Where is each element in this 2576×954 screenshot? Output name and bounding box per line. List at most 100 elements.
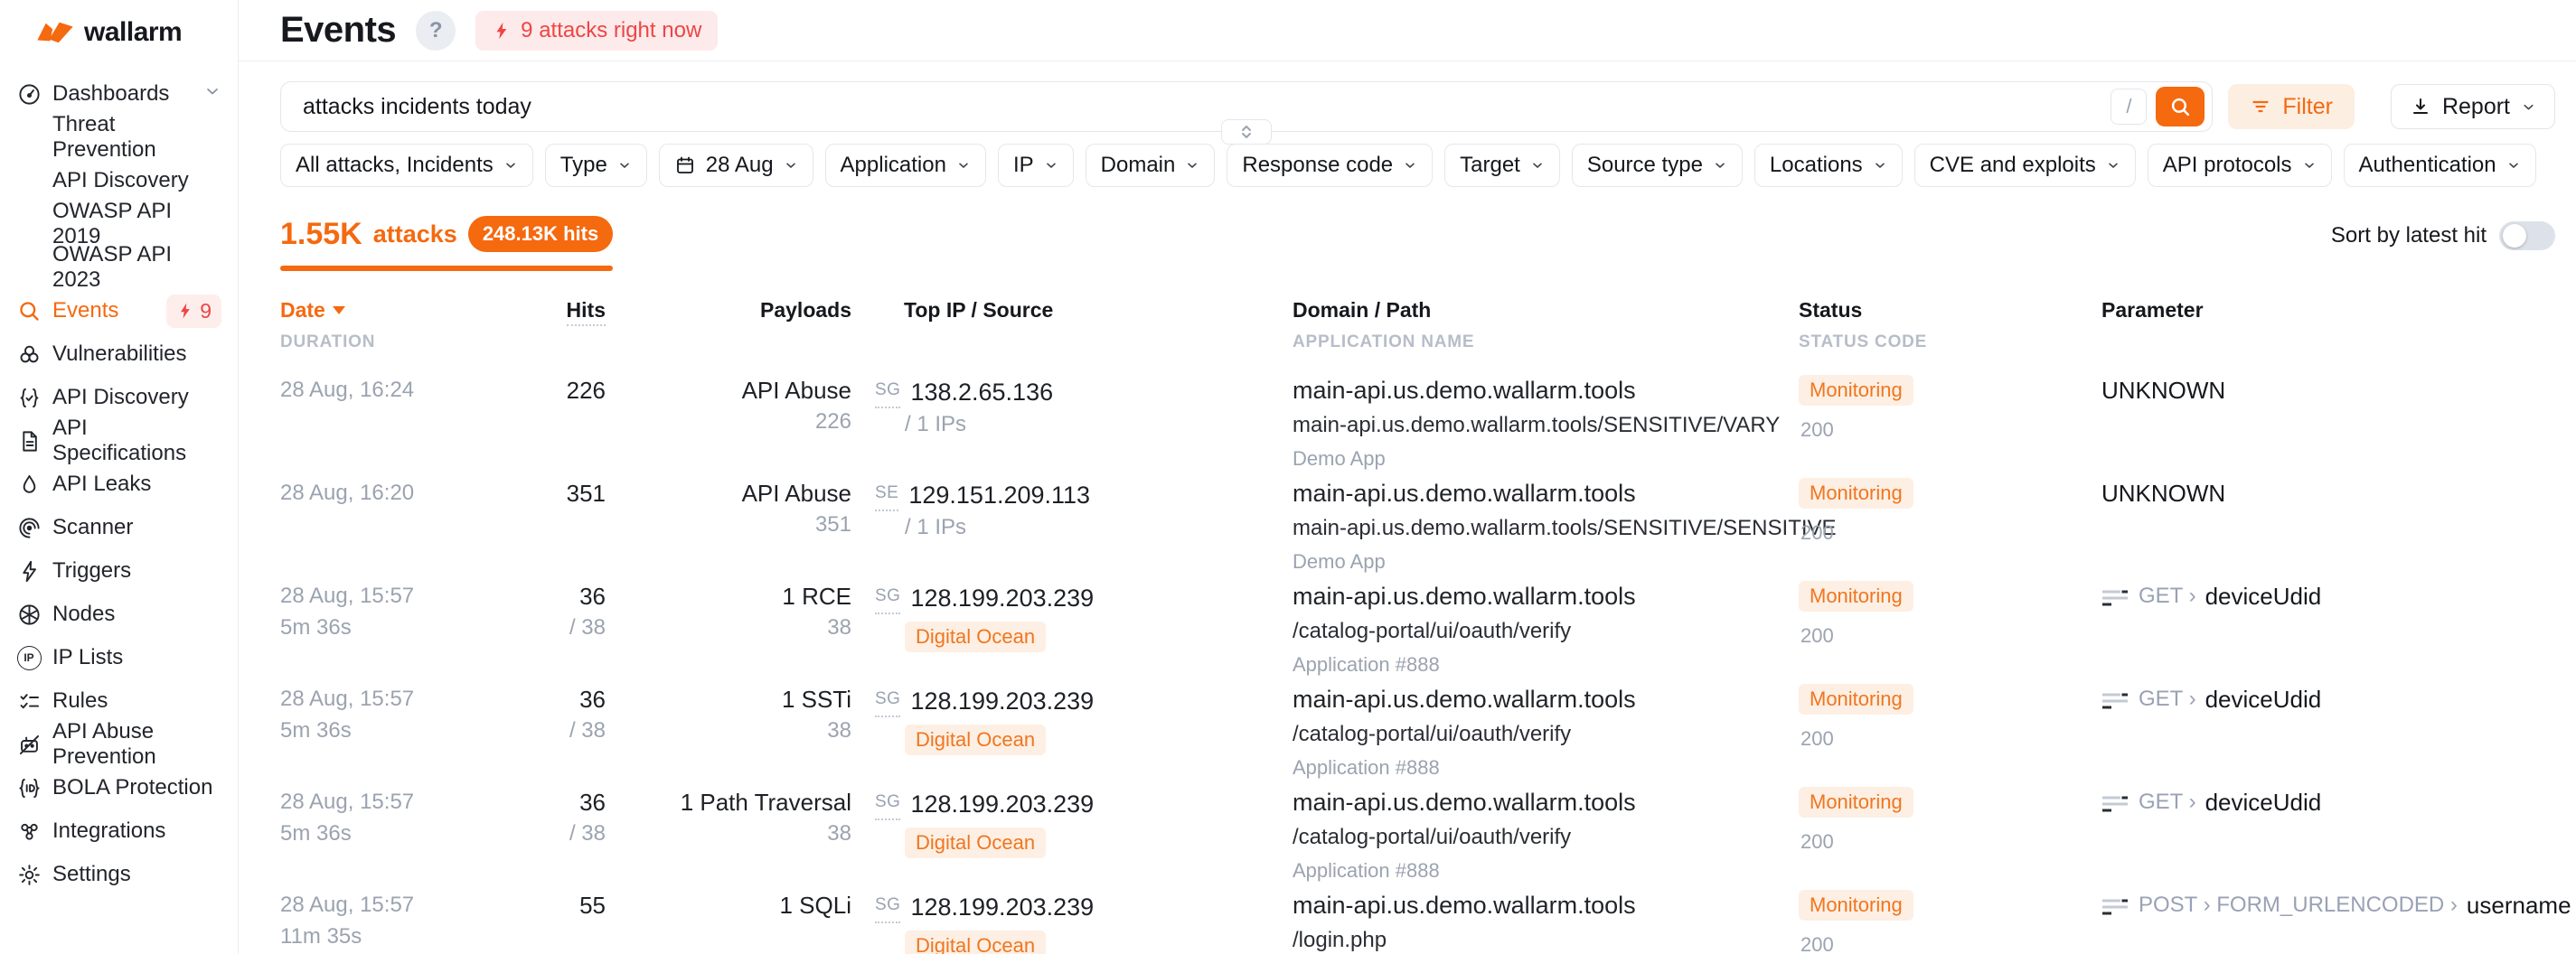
source-ip[interactable]: 128.199.203.239 — [910, 789, 1094, 819]
filter-chip[interactable]: All attacks, Incidents — [280, 144, 533, 187]
application-name: Demo App — [1293, 446, 1799, 472]
country-code[interactable]: SG — [875, 375, 900, 408]
country-code[interactable]: SG — [875, 581, 900, 614]
domain: main-api.us.demo.wallarm.tools — [1293, 375, 1799, 406]
search-expand-toggle[interactable] — [1221, 119, 1272, 145]
wallarm-logo[interactable]: wallarm — [0, 14, 238, 51]
sidebar-item-settings[interactable]: Settings — [0, 853, 238, 896]
country-code[interactable]: SG — [875, 684, 900, 717]
sidebar-item-api-discovery-dash[interactable]: API Discovery — [0, 159, 238, 202]
country-code[interactable]: SE — [875, 478, 898, 511]
search-icon — [2169, 96, 2192, 118]
parameter-cell: GET › deviceUdid — [2101, 787, 2555, 890]
sidebar-item-vulnerabilities[interactable]: Vulnerabilities — [0, 332, 238, 376]
column-domain-path: Domain / Path APPLICATION NAME — [1293, 298, 1799, 352]
application-name: Application #888 — [1293, 652, 1799, 678]
sidebar-item-owasp-api-2019[interactable]: OWASP API 2019 — [0, 202, 238, 246]
chevron-down-icon[interactable] — [203, 81, 221, 107]
dashboard-icon — [16, 81, 42, 107]
status-cell: Monitoring 200 — [1799, 478, 2101, 581]
chevron-down-icon — [2302, 158, 2317, 173]
source-ip[interactable]: 128.199.203.239 — [910, 583, 1094, 613]
report-button[interactable]: Report — [2391, 84, 2555, 129]
attacks-tab[interactable]: 1.55K attacks 248.13K hits — [280, 216, 613, 271]
table-header: Date DURATION Hits Payloads Top IP / Sou… — [280, 298, 2555, 352]
source-ip[interactable]: 128.199.203.239 — [910, 686, 1094, 716]
domain-cell: main-api.us.demo.wallarm.tools main-api.… — [1293, 375, 1799, 478]
path: /login.php — [1293, 927, 1799, 954]
help-icon[interactable]: ? — [416, 11, 456, 51]
sidebar-item-threat-prevention[interactable]: Threat Prevention — [0, 116, 238, 159]
lightning-icon — [176, 302, 194, 320]
ip-count: / 1 IPs — [905, 412, 966, 436]
country-code[interactable]: SG — [875, 787, 900, 820]
column-parameter: Parameter — [2101, 298, 2555, 352]
main-area: Events ? 9 attacks right now / — [239, 0, 2576, 954]
sidebar-item-events[interactable]: Events 9 — [0, 289, 238, 332]
filter-chip[interactable]: Application — [825, 144, 986, 187]
events-attack-count-badge: 9 — [166, 295, 221, 328]
chevron-down-icon — [2506, 158, 2521, 173]
biohazard-icon — [16, 341, 42, 367]
sidebar-item-api-leaks[interactable]: API Leaks — [0, 463, 238, 506]
sidebar-item-dashboards[interactable]: Dashboards — [0, 72, 238, 116]
sidebar-item-triggers[interactable]: Triggers — [0, 549, 238, 593]
sidebar-item-integrations[interactable]: Integrations — [0, 809, 238, 853]
source-ip[interactable]: 128.199.203.239 — [910, 892, 1094, 922]
sidebar-item-bola-protection[interactable]: BOLA Protection — [0, 766, 238, 809]
event-row[interactable]: 28 Aug, 16:20 351 API Abuse 351 — [280, 478, 2555, 581]
filter-chip[interactable]: CVE and exploits — [1914, 144, 2136, 187]
filter-chip[interactable]: Type — [545, 144, 647, 187]
filter-chip[interactable]: Domain — [1086, 144, 1216, 187]
sidebar-item-api-specifications[interactable]: API Specifications — [0, 419, 238, 463]
hits-cell: 36 / 38 — [556, 581, 606, 684]
date-cell: 28 Aug, 15:57 11m 35s — [280, 890, 556, 954]
event-row[interactable]: 28 Aug, 15:57 11m 35s 55 1 SQLi — [280, 890, 2555, 954]
filter-chip[interactable]: Locations — [1754, 144, 1903, 187]
sidebar-item-api-discovery[interactable]: API Discovery — [0, 376, 238, 419]
chevron-down-icon — [617, 158, 632, 173]
status-badge: Monitoring — [1799, 375, 1913, 406]
sidebar-item-ip-lists[interactable]: IP IP Lists — [0, 636, 238, 679]
date-sort-header[interactable]: Date — [280, 298, 556, 323]
source-ip[interactable]: 138.2.65.136 — [910, 377, 1053, 407]
status-badge: Monitoring — [1799, 890, 1913, 921]
bot-crossed-icon — [16, 732, 42, 757]
search-button[interactable] — [2156, 87, 2205, 126]
filter-chip[interactable]: Source type — [1572, 144, 1743, 187]
filter-chip[interactable]: Authentication — [2344, 144, 2536, 187]
date-cell: 28 Aug, 16:20 — [280, 478, 556, 581]
sidebar-item-nodes[interactable]: Nodes — [0, 593, 238, 636]
chevron-down-icon — [1530, 158, 1545, 173]
sidebar-item-rules[interactable]: Rules — [0, 679, 238, 723]
event-row[interactable]: 28 Aug, 15:57 5m 36s 36 / 38 1 Path Trav… — [280, 787, 2555, 890]
status-code: 200 — [1799, 830, 2101, 854]
sidebar-item-api-abuse-prevention[interactable]: API Abuse Prevention — [0, 723, 238, 766]
status-badge: Monitoring — [1799, 581, 1913, 612]
filter-button[interactable]: Filter — [2228, 84, 2355, 129]
filter-chip[interactable]: Response code — [1227, 144, 1433, 187]
summary-row: 1.55K attacks 248.13K hits Sort by lates… — [280, 216, 2555, 271]
sidebar-item-scanner[interactable]: Scanner — [0, 506, 238, 549]
sidebar-item-owasp-api-2023[interactable]: OWASP API 2023 — [0, 246, 238, 289]
toggle-knob — [2503, 224, 2526, 248]
parameter-cell: POST › FORM_URLENCODED › username — [2101, 890, 2571, 954]
source-ip[interactable]: 129.151.209.113 — [908, 480, 1090, 510]
event-row[interactable]: 28 Aug, 15:57 5m 36s 36 / 38 1 SSTi 38 — [280, 684, 2555, 787]
search-input[interactable] — [303, 94, 2111, 120]
event-row[interactable]: 28 Aug, 16:24 226 API Abuse 226 — [280, 375, 2555, 478]
attacks-right-now-badge[interactable]: 9 attacks right now — [475, 11, 718, 51]
event-row[interactable]: 28 Aug, 15:57 5m 36s 36 / 38 1 RCE 38 — [280, 581, 2555, 684]
filter-chip[interactable]: API protocols — [2148, 144, 2332, 187]
path: main-api.us.demo.wallarm.tools/SENSITIVE… — [1293, 412, 1799, 439]
filter-chip[interactable]: IP — [998, 144, 1074, 187]
filter-chip[interactable]: Target — [1444, 144, 1560, 187]
status-badge: Monitoring — [1799, 478, 1913, 509]
payloads-cell: 1 RCE 38 — [606, 581, 851, 684]
domain-cell: main-api.us.demo.wallarm.tools /catalog-… — [1293, 684, 1799, 787]
search-row: / Filter Report — [280, 81, 2555, 132]
filter-chip[interactable]: 28 Aug — [659, 144, 813, 187]
country-code[interactable]: SG — [875, 890, 900, 923]
sort-toggle[interactable] — [2499, 221, 2555, 250]
chevron-down-icon — [2106, 158, 2120, 173]
